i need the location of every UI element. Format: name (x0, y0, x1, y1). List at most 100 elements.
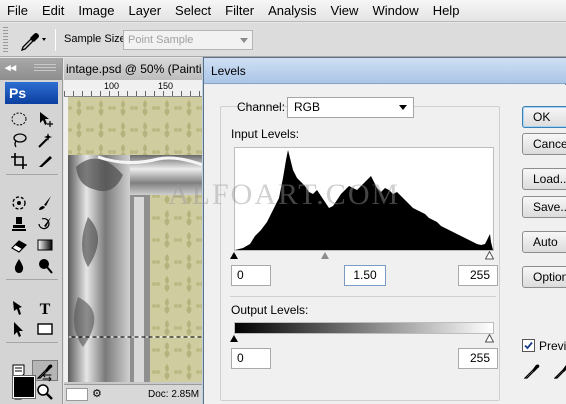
ruler-label: 150 (158, 81, 174, 91)
black-eyedropper-icon[interactable] (524, 363, 540, 379)
chevron-down-icon (399, 105, 407, 110)
rectangle-shape-icon (37, 322, 53, 335)
eraser-tool[interactable] (6, 234, 32, 255)
preview-label: Preview (539, 339, 566, 353)
ruler-label: 100 (104, 81, 120, 91)
type-tool[interactable]: T (32, 297, 58, 318)
path-selection-icon (14, 321, 23, 337)
brush-tool[interactable] (32, 192, 58, 213)
dialog-titlebar[interactable]: Levels (204, 58, 566, 84)
input-black-field[interactable]: 0 (231, 265, 271, 286)
menu-select[interactable]: Select (168, 0, 218, 22)
swap-colors-icon[interactable]: ⇆ (42, 370, 52, 384)
input-black-point-handle[interactable] (230, 252, 238, 259)
save-button[interactable]: Save... (522, 196, 566, 218)
stamp-icon (12, 216, 26, 231)
sample-size-select[interactable]: Point Sample (123, 30, 253, 50)
toolbox-header[interactable]: ◂◂ (0, 58, 62, 80)
input-gamma-handle[interactable] (321, 252, 329, 259)
input-white-field[interactable]: 255 (458, 265, 498, 286)
marquee-tool[interactable] (6, 108, 32, 129)
pen-icon (13, 300, 22, 315)
move-tool[interactable] (32, 108, 58, 129)
zoom-field[interactable] (66, 388, 88, 401)
output-white-point-handle[interactable] (485, 334, 494, 343)
sample-size-label: Sample Size: (64, 33, 129, 45)
move-icon (40, 111, 53, 127)
output-white-field[interactable]: 255 (458, 348, 498, 369)
toolbox-grip[interactable] (34, 64, 56, 73)
channel-select[interactable]: RGB (287, 97, 414, 118)
svg-text:T: T (40, 301, 51, 317)
status-info-icon[interactable]: ⚙ (92, 387, 102, 400)
options-button[interactable]: Options... (522, 266, 566, 288)
image-canvas[interactable] (68, 97, 214, 382)
menu-view[interactable]: View (323, 0, 365, 22)
menu-filter[interactable]: Filter (218, 0, 261, 22)
ps-logo[interactable]: Ps (5, 82, 58, 104)
menu-window[interactable]: Window (365, 0, 425, 22)
output-levels-slider[interactable] (230, 334, 494, 344)
history-brush-tool[interactable] (32, 213, 58, 234)
blur-tool[interactable] (6, 255, 32, 276)
foreground-color-swatch[interactable] (13, 376, 35, 398)
zoom-icon (37, 383, 53, 400)
healing-brush-icon (12, 195, 26, 210)
horizontal-ruler[interactable]: 100 150 (64, 80, 214, 97)
crop-tool[interactable] (6, 150, 32, 171)
crop-icon (11, 152, 27, 169)
doc-size-text: Doc: 2.85M (148, 389, 200, 400)
ok-button[interactable]: OK (522, 106, 566, 128)
options-bar-grip[interactable] (3, 27, 8, 53)
status-bar: ⚙ Doc: 2.85M (64, 384, 214, 404)
tool-separator (6, 279, 58, 285)
shape-tool[interactable] (32, 318, 58, 339)
gray-eyedropper-icon[interactable] (554, 363, 566, 379)
slice-icon (39, 155, 52, 167)
magic-wand-tool[interactable] (32, 129, 58, 150)
zoom-tool[interactable] (32, 381, 58, 402)
cancel-button[interactable]: Cancel (522, 133, 566, 155)
healing-tool[interactable] (6, 192, 32, 213)
checkmark-icon (524, 341, 533, 350)
watermark-text: ALFOART.COM (168, 178, 401, 211)
menu-edit[interactable]: Edit (35, 0, 71, 22)
load-button[interactable]: Load... (522, 168, 566, 190)
preview-checkbox[interactable] (522, 339, 535, 352)
sample-size-value: Point Sample (128, 34, 194, 46)
output-gradient (234, 322, 494, 334)
document-title[interactable]: intage.psd @ 50% (Painting (64, 58, 214, 80)
output-black-field[interactable]: 0 (231, 348, 271, 369)
menu-image[interactable]: Image (71, 0, 121, 22)
levels-dialog: Levels Channel: RGB Input Levels: 0 1.50… (203, 57, 566, 404)
input-levels-label: Input Levels: (231, 127, 300, 141)
levels-divider (230, 296, 496, 297)
gradient-tool[interactable] (32, 234, 58, 255)
blur-drop-icon (14, 258, 24, 273)
eraser-icon (11, 239, 27, 253)
slice-tool[interactable] (32, 150, 58, 171)
menu-help[interactable]: Help (426, 0, 467, 22)
input-gamma-field[interactable]: 1.50 (344, 265, 386, 286)
pen-tool[interactable] (6, 297, 32, 318)
document-window: intage.psd @ 50% (Painting 100 150 ⚙ Doc… (64, 58, 214, 404)
white-handle-outline (485, 251, 494, 260)
collapse-icon[interactable]: ◂◂ (5, 61, 16, 74)
menu-file[interactable]: File (0, 0, 35, 22)
path-selection-tool[interactable] (6, 318, 32, 339)
channel-value: RGB (294, 100, 321, 114)
input-levels-slider[interactable] (230, 251, 494, 261)
history-brush-icon (38, 216, 51, 229)
tools-grid: T (6, 108, 58, 402)
menu-layer[interactable]: Layer (122, 0, 169, 22)
brush-icon (39, 195, 51, 210)
tool-preset-picker[interactable] (14, 28, 50, 52)
dodge-tool[interactable] (32, 255, 58, 276)
tool-separator (6, 342, 58, 348)
lasso-tool[interactable] (6, 129, 32, 150)
menu-bar: File Edit Image Layer Select Filter Anal… (0, 0, 566, 22)
clone-stamp-tool[interactable] (6, 213, 32, 234)
auto-button[interactable]: Auto (522, 231, 566, 253)
menu-analysis[interactable]: Analysis (261, 0, 323, 22)
output-black-point-handle[interactable] (230, 335, 238, 342)
